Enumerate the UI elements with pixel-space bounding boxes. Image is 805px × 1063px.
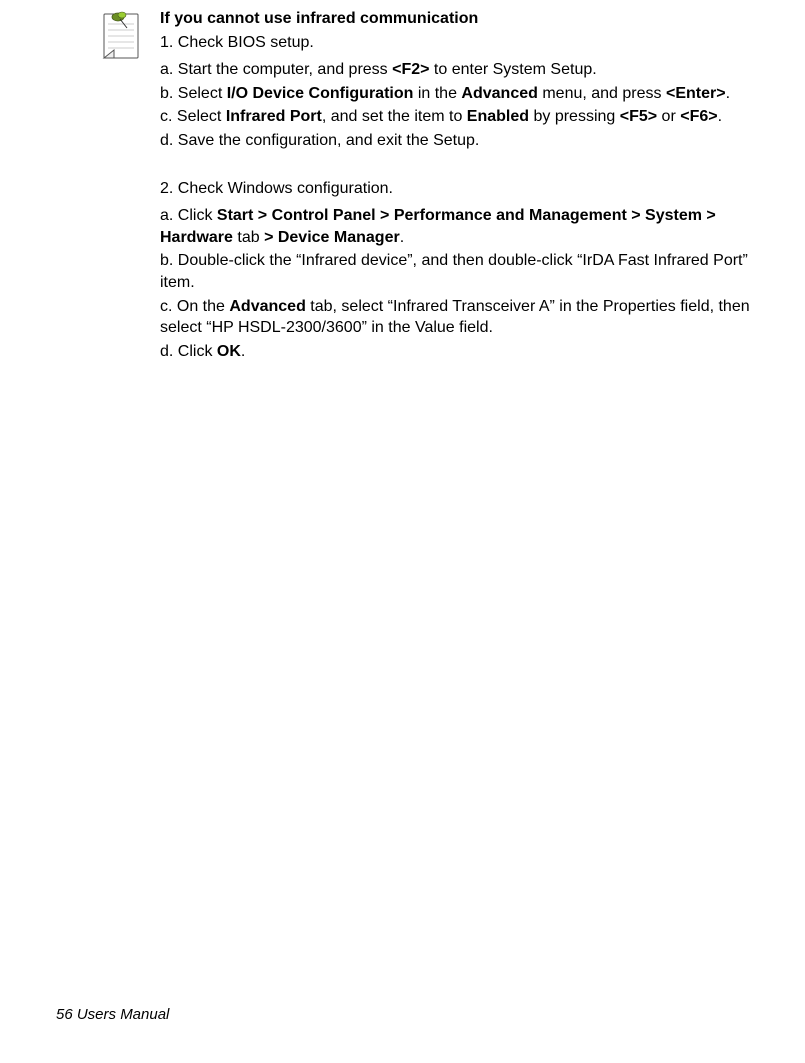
step-1c: c. Select Infrared Port, and set the ite… — [160, 106, 775, 128]
text: tab — [233, 229, 264, 246]
text: menu, and press — [538, 85, 666, 102]
page-content: If you cannot use infrared communication… — [0, 0, 805, 364]
step-1d: d. Save the configuration, and exit the … — [160, 130, 775, 152]
text: c. On the — [160, 298, 229, 315]
infrared-port: Infrared Port — [226, 108, 322, 125]
text: in the — [413, 85, 461, 102]
text: . — [400, 229, 404, 246]
step-1a: a. Start the computer, and press <F2> to… — [160, 59, 775, 81]
step-1b: b. Select I/O Device Configuration in th… — [160, 83, 775, 105]
text: a. Start the computer, and press — [160, 61, 392, 78]
notepad-icon — [100, 10, 144, 66]
key-f5: <F5> — [620, 108, 657, 125]
text: by pressing — [529, 108, 620, 125]
step-2b: b. Double-click the “Infrared device”, a… — [160, 250, 775, 293]
text-column: If you cannot use infrared communication… — [160, 8, 785, 364]
advanced-menu: Advanced — [461, 85, 537, 102]
text: to enter System Setup. — [429, 61, 596, 78]
io-device-config: I/O Device Configuration — [227, 85, 414, 102]
step-2d: d. Click OK. — [160, 341, 775, 363]
page-footer: 56 Users Manual — [56, 1005, 169, 1025]
text: . — [241, 343, 245, 360]
step-1-title: 1. Check BIOS setup. — [160, 32, 775, 54]
section-heading: If you cannot use infrared communication — [160, 8, 775, 30]
text: c. Select — [160, 108, 226, 125]
key-f2: <F2> — [392, 61, 429, 78]
enabled: Enabled — [467, 108, 529, 125]
text: . — [718, 108, 722, 125]
step-2a: a. Click Start > Control Panel > Perform… — [160, 205, 775, 248]
text: . — [726, 85, 730, 102]
icon-column — [100, 8, 160, 364]
advanced-tab: Advanced — [229, 298, 305, 315]
step-2-title: 2. Check Windows configuration. — [160, 178, 775, 200]
text: , and set the item to — [322, 108, 467, 125]
key-enter: <Enter> — [666, 85, 726, 102]
text: a. Click — [160, 207, 217, 224]
text: or — [657, 108, 680, 125]
text: b. Select — [160, 85, 227, 102]
text: d. Click — [160, 343, 217, 360]
key-f6: <F6> — [680, 108, 717, 125]
ok-button-text: OK — [217, 343, 241, 360]
device-manager: > Device Manager — [264, 229, 400, 246]
step-2c: c. On the Advanced tab, select “Infrared… — [160, 296, 775, 339]
